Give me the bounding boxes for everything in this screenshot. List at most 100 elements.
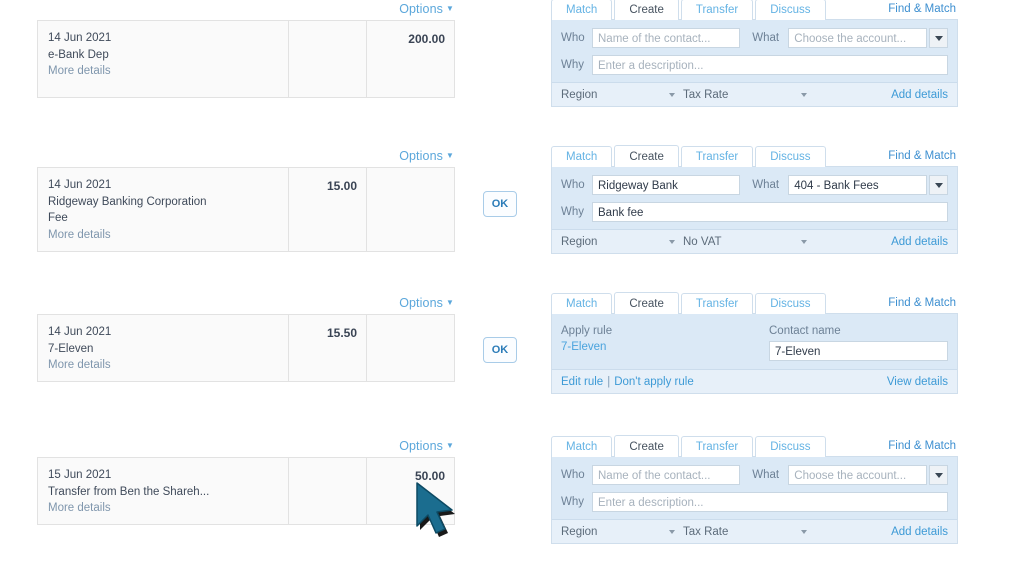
why-label: Why [561, 59, 584, 71]
add-details-link[interactable]: Add details [891, 236, 948, 248]
options-label: Options [399, 296, 443, 310]
more-details-link[interactable]: More details [48, 500, 288, 517]
tab-create[interactable]: Create [614, 292, 679, 314]
panel-tabs: Match Create Transfer Discuss Find & Mat… [551, 292, 958, 314]
panel-tabs: Match Create Transfer Discuss Find & Mat… [551, 0, 958, 20]
options-bar: Options ▼ [37, 437, 455, 457]
what-input[interactable]: Choose the account... [788, 465, 928, 485]
find-and-match-link[interactable]: Find & Match [874, 293, 958, 314]
tab-match[interactable]: Match [551, 436, 613, 457]
transaction-row[interactable]: 14 Jun 2021 Ridgeway Banking Corporation… [37, 167, 455, 252]
tax-rate-label: No VAT [683, 235, 722, 248]
account-dropdown-button[interactable] [929, 465, 948, 485]
more-details-link[interactable]: More details [48, 227, 288, 244]
create-form: Who Name of the contact... What Choose t… [552, 457, 957, 519]
tab-discuss[interactable]: Discuss [755, 0, 826, 20]
apply-rule-name[interactable]: 7-Eleven [561, 339, 769, 356]
more-details-link[interactable]: More details [48, 357, 288, 374]
transaction-received-cell: 50.00 [366, 458, 454, 524]
options-dropdown[interactable]: Options ▼ [399, 439, 454, 453]
edit-rule-link[interactable]: Edit rule [561, 376, 603, 388]
ok-button[interactable]: OK [483, 337, 517, 363]
reconcile-panel: Match Create Transfer Discuss Find & Mat… [551, 435, 958, 544]
reconcile-panel: Match Create Transfer Discuss Find & Mat… [551, 145, 958, 254]
tab-transfer[interactable]: Transfer [680, 293, 754, 314]
tab-create[interactable]: Create [614, 0, 679, 20]
dont-apply-rule-link[interactable]: Don't apply rule [614, 376, 694, 388]
why-label: Why [561, 496, 584, 508]
tax-rate-select[interactable]: Tax Rate [683, 89, 815, 101]
contact-name-input[interactable]: 7-Eleven [769, 341, 948, 361]
transaction-details: 14 Jun 2021 7-Eleven More details [38, 315, 288, 381]
find-and-match-link[interactable]: Find & Match [874, 436, 958, 457]
transaction-block: Options ▼ 14 Jun 2021 e-Bank Dep More det… [37, 0, 455, 98]
transaction-received-cell: 200.00 [366, 21, 454, 97]
region-select[interactable]: Region [561, 89, 683, 101]
create-form: Who Ridgeway Bank What 404 - Bank Fees W… [552, 167, 957, 229]
transaction-block: Options ▼ 14 Jun 2021 Ridgeway Banking Co… [37, 147, 455, 252]
tab-transfer[interactable]: Transfer [680, 0, 754, 20]
transaction-received-amount: 50.00 [414, 469, 445, 483]
tab-create[interactable]: Create [614, 435, 679, 457]
create-panel: Who Name of the contact... What Choose t… [551, 456, 958, 544]
why-row: Why Enter a description... [561, 492, 948, 512]
account-dropdown-button[interactable] [929, 175, 948, 195]
panel-tabs: Match Create Transfer Discuss Find & Mat… [551, 435, 958, 457]
region-select[interactable]: Region [561, 236, 683, 248]
why-row: Why Enter a description... [561, 55, 948, 75]
chevron-down-icon [934, 472, 943, 478]
transaction-date: 14 Jun 2021 [48, 179, 112, 191]
options-dropdown[interactable]: Options ▼ [399, 149, 454, 163]
more-details-link[interactable]: More details [48, 63, 288, 80]
options-dropdown[interactable]: Options ▼ [399, 2, 454, 16]
why-input[interactable]: Enter a description... [592, 492, 948, 512]
tab-discuss[interactable]: Discuss [755, 293, 826, 314]
transaction-date: 15 Jun 2021 [48, 469, 112, 481]
find-and-match-link[interactable]: Find & Match [874, 0, 958, 20]
tab-match[interactable]: Match [551, 293, 613, 314]
create-panel: Who Name of the contact... What Choose t… [551, 19, 958, 107]
options-bar: Options ▼ [37, 294, 455, 314]
tax-rate-select[interactable]: Tax Rate [683, 526, 815, 538]
tax-rate-select[interactable]: No VAT [683, 236, 815, 248]
tab-discuss[interactable]: Discuss [755, 436, 826, 457]
what-input[interactable]: Choose the account... [788, 28, 928, 48]
why-input[interactable]: Enter a description... [592, 55, 948, 75]
add-details-link[interactable]: Add details [891, 89, 948, 101]
region-label: Region [561, 525, 598, 538]
tab-create[interactable]: Create [614, 145, 679, 167]
tab-match[interactable]: Match [551, 0, 613, 20]
who-input[interactable]: Ridgeway Bank [592, 175, 741, 195]
tab-transfer[interactable]: Transfer [680, 436, 754, 457]
why-input[interactable]: Bank fee [592, 202, 948, 222]
chevron-down-icon [669, 239, 675, 244]
tab-transfer[interactable]: Transfer [680, 146, 754, 167]
what-input[interactable]: 404 - Bank Fees [788, 175, 928, 195]
transaction-spent-amount: 15.50 [326, 326, 357, 340]
tab-match[interactable]: Match [551, 146, 613, 167]
who-input[interactable]: Name of the contact... [592, 465, 741, 485]
transaction-row[interactable]: 15 Jun 2021 Transfer from Ben the Shareh… [37, 457, 455, 525]
contact-name-section: Contact name 7-Eleven [769, 323, 948, 361]
who-label: Who [561, 179, 585, 191]
options-dropdown[interactable]: Options ▼ [399, 296, 454, 310]
account-dropdown-button[interactable] [929, 28, 948, 48]
apply-rule-label: Apply rule [561, 325, 613, 337]
transaction-description: Transfer from Ben the Shareh... [48, 485, 210, 498]
who-input[interactable]: Name of the contact... [592, 28, 741, 48]
add-details-link[interactable]: Add details [891, 526, 948, 538]
ok-button[interactable]: OK [483, 191, 517, 217]
region-select[interactable]: Region [561, 526, 683, 538]
chevron-down-icon: ▼ [445, 441, 454, 450]
transaction-row[interactable]: 14 Jun 2021 e-Bank Dep More details 200.… [37, 20, 455, 98]
transaction-spent-cell [288, 458, 366, 524]
tax-rate-label: Tax Rate [683, 88, 729, 101]
transaction-row[interactable]: 14 Jun 2021 7-Eleven More details 15.50 [37, 314, 455, 382]
what-label: What [752, 32, 780, 44]
find-and-match-link[interactable]: Find & Match [874, 146, 958, 167]
view-details-link[interactable]: View details [887, 376, 948, 388]
panel-tabs: Match Create Transfer Discuss Find & Mat… [551, 145, 958, 167]
tab-discuss[interactable]: Discuss [755, 146, 826, 167]
chevron-down-icon [669, 92, 675, 97]
transaction-spent-amount: 15.00 [326, 179, 357, 193]
